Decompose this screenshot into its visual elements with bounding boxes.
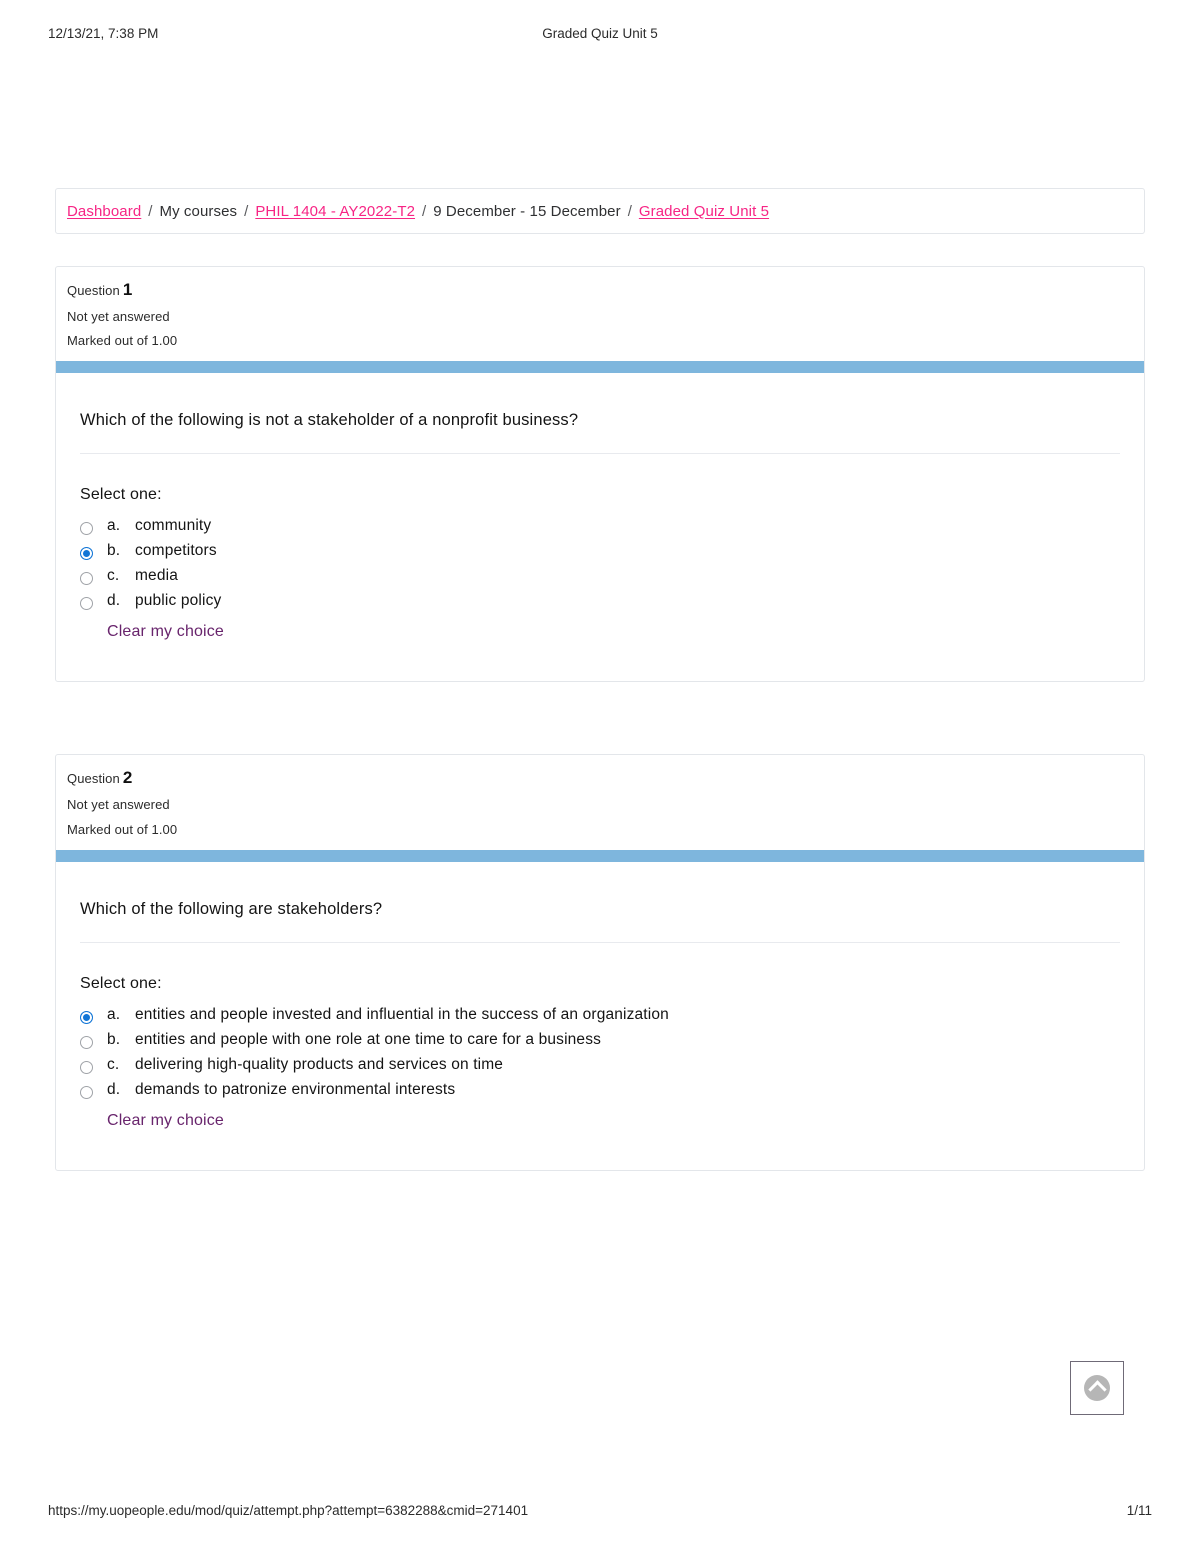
answer-option-d[interactable]: d. public policy bbox=[80, 592, 1120, 611]
option-text: entities and people with one role at one… bbox=[135, 1030, 602, 1048]
option-text: media bbox=[135, 567, 178, 585]
option-letter: b. bbox=[107, 1030, 121, 1048]
clear-my-choice-link[interactable]: Clear my choice bbox=[107, 1112, 1120, 1130]
question-divider bbox=[80, 941, 1120, 943]
print-header: 12/13/21, 7:38 PM Graded Quiz Unit 5 bbox=[0, 26, 1200, 46]
question-status: Not yet answered bbox=[67, 308, 170, 324]
question-status: Not yet answered bbox=[67, 797, 170, 813]
question-number-value: 1 bbox=[122, 280, 133, 299]
radio-button-b[interactable] bbox=[80, 547, 93, 561]
page-content: Dashboard / My courses / PHIL 1404 - AY2022-… bbox=[55, 188, 1145, 1171]
radio-button-d[interactable] bbox=[80, 1085, 93, 1099]
question-number-value: 2 bbox=[122, 768, 133, 788]
option-letter: c. bbox=[107, 567, 120, 585]
answer-option-d[interactable]: d. demands to patronize environmental int… bbox=[80, 1082, 1120, 1099]
question-divider bbox=[80, 453, 1120, 455]
radio-button-a[interactable] bbox=[80, 1010, 93, 1024]
question-accent-bar bbox=[56, 361, 1144, 374]
print-footer-page-number: 1/11 bbox=[1126, 1503, 1152, 1518]
question-card-1: Question 1 Not yet answered Marked out of 1… bbox=[55, 266, 1145, 683]
select-one-label: Select one: bbox=[80, 974, 162, 992]
scroll-to-top-button[interactable] bbox=[1070, 1361, 1124, 1415]
print-document-title: Graded Quiz Unit 5 bbox=[542, 26, 658, 41]
questions-container: Question 1 Not yet answered Marked out of 1… bbox=[55, 266, 1145, 1171]
answer-option-c[interactable]: c. media bbox=[80, 567, 1120, 586]
chevron-up-icon bbox=[1084, 1375, 1110, 1401]
breadcrumb-separator: / bbox=[627, 202, 632, 220]
option-letter: a. bbox=[107, 1005, 121, 1023]
option-letter: a. bbox=[107, 517, 121, 535]
breadcrumb-item-2: My courses bbox=[159, 202, 238, 220]
breadcrumb: Dashboard / My courses / PHIL 1404 - AY2022-… bbox=[55, 188, 1145, 234]
answer-option-b[interactable]: b. competitors bbox=[80, 542, 1120, 561]
question-text: Which of the following is not a stakehol… bbox=[80, 411, 579, 430]
question-number-label: Question bbox=[67, 771, 120, 787]
radio-button-c[interactable] bbox=[80, 572, 93, 586]
breadcrumb-item-5[interactable]: Graded Quiz Unit 5 bbox=[639, 203, 769, 220]
question-number: Question 2 bbox=[67, 769, 1144, 787]
answer-options: Select one: a. entities and people investe… bbox=[80, 975, 1120, 1130]
question-max-mark: Marked out of 1.00 bbox=[67, 821, 178, 837]
radio-button-d[interactable] bbox=[80, 597, 93, 611]
question-info: Question 1 Not yet answered Marked out of 1… bbox=[56, 267, 1144, 361]
breadcrumb-item-4: 9 December - 15 December bbox=[433, 202, 621, 220]
option-letter: b. bbox=[107, 542, 121, 560]
answer-option-a[interactable]: a. entities and people invested and influ… bbox=[80, 1007, 1120, 1024]
radio-button-b[interactable] bbox=[80, 1035, 93, 1049]
option-letter: c. bbox=[107, 1055, 120, 1073]
option-text: community bbox=[135, 517, 212, 535]
option-text: demands to patronize environmental inter… bbox=[135, 1080, 456, 1098]
print-footer-url: https://my.uopeople.edu/mod/quiz/attempt… bbox=[48, 1503, 529, 1518]
question-text: Which of the following are stakeholders? bbox=[80, 899, 383, 918]
option-text: competitors bbox=[135, 542, 217, 560]
option-text: delivering high-quality products and ser… bbox=[135, 1055, 504, 1073]
radio-button-c[interactable] bbox=[80, 1060, 93, 1074]
breadcrumb-separator: / bbox=[244, 202, 249, 220]
clear-my-choice-link[interactable]: Clear my choice bbox=[107, 623, 1120, 641]
option-text: public policy bbox=[135, 592, 222, 610]
question-body: Which of the following are stakeholders?… bbox=[56, 862, 1144, 1170]
breadcrumb-separator: / bbox=[148, 202, 153, 220]
breadcrumb-item-1[interactable]: Dashboard bbox=[67, 203, 141, 220]
select-one-label: Select one: bbox=[80, 486, 162, 504]
question-accent-bar bbox=[56, 849, 1144, 862]
print-footer: https://my.uopeople.edu/mod/quiz/attempt… bbox=[0, 1503, 1200, 1523]
option-letter: d. bbox=[107, 592, 121, 610]
question-card-2: Question 2 Not yet answered Marked out of 1… bbox=[55, 754, 1145, 1171]
question-max-mark: Marked out of 1.00 bbox=[67, 333, 178, 349]
answer-option-b[interactable]: b. entities and people with one role at o… bbox=[80, 1032, 1120, 1049]
question-info: Question 2 Not yet answered Marked out of 1… bbox=[56, 755, 1144, 849]
answer-option-a[interactable]: a. community bbox=[80, 517, 1120, 536]
breadcrumb-item-3[interactable]: PHIL 1404 - AY2022-T2 bbox=[255, 203, 415, 220]
answer-option-c[interactable]: c. delivering high-quality products and s… bbox=[80, 1057, 1120, 1074]
radio-button-a[interactable] bbox=[80, 522, 93, 536]
question-number-label: Question bbox=[67, 283, 120, 298]
breadcrumb-separator: / bbox=[422, 202, 427, 220]
answer-options: Select one: a. community b. competitors c. med… bbox=[80, 486, 1120, 641]
option-letter: d. bbox=[107, 1080, 121, 1098]
question-body: Which of the following is not a stakehol… bbox=[56, 373, 1144, 681]
question-number: Question 1 bbox=[67, 281, 1144, 299]
option-text: entities and people invested and influen… bbox=[135, 1005, 669, 1023]
